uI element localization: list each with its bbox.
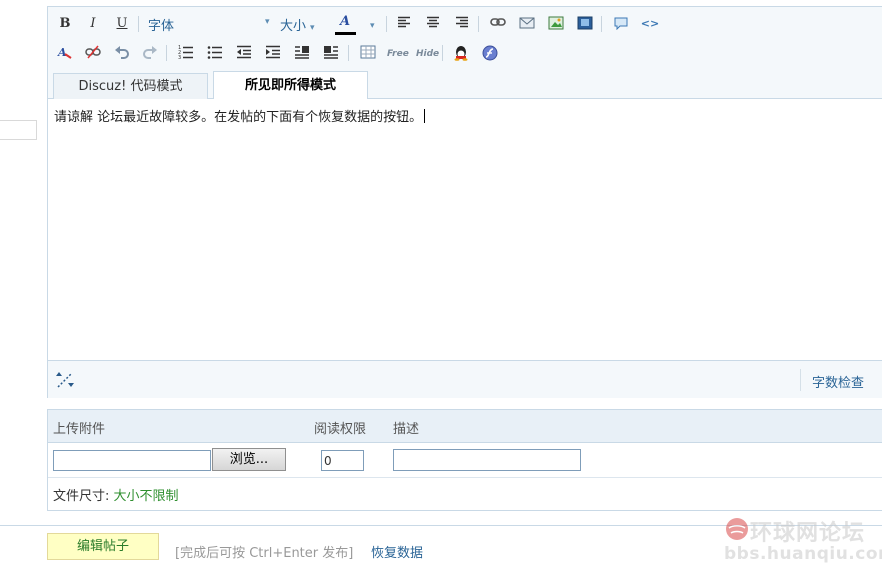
qq-icon[interactable]: [451, 43, 471, 63]
align-right-icon[interactable]: [452, 14, 472, 34]
media-icon[interactable]: [575, 14, 595, 34]
unlink-icon[interactable]: [83, 43, 103, 63]
toolbar-separator: [166, 45, 167, 61]
unordered-list-icon[interactable]: [205, 43, 225, 63]
upload-attachment-label: 上传附件: [53, 422, 106, 437]
editor-footer: 字数检查: [48, 360, 882, 398]
toolbar-separator: [601, 16, 602, 32]
editor: B I U 字体 ▾ 大小 ▾ A ▾ <> A 1 2 3 Free Hide…: [47, 6, 882, 398]
browse-button[interactable]: 浏览...: [212, 448, 286, 471]
toolbar-separator: [386, 16, 387, 32]
free-icon[interactable]: Free: [386, 43, 410, 63]
font-color-button[interactable]: A: [334, 12, 356, 35]
toolbar-separator: [442, 45, 443, 61]
outdent-icon[interactable]: [234, 43, 254, 63]
table-icon[interactable]: [358, 43, 378, 63]
tab-code-mode[interactable]: Discuz! 代码模式: [53, 73, 208, 99]
undo-icon[interactable]: [112, 43, 132, 63]
redo-icon[interactable]: [140, 43, 160, 63]
font-color-letter: A: [339, 14, 351, 29]
toolbar-separator: [478, 16, 479, 32]
font-size-select[interactable]: 大小 ▾: [280, 15, 315, 34]
text-caret: [424, 109, 426, 123]
ordered-list-icon[interactable]: 123: [176, 43, 196, 63]
file-path-input[interactable]: [53, 450, 211, 471]
file-size-value: 大小不限制: [113, 489, 179, 504]
font-color-swatch: [335, 32, 356, 35]
watermark-title: 环球网论坛: [750, 521, 866, 546]
footer-separator: [800, 369, 801, 391]
italic-button[interactable]: I: [83, 14, 103, 34]
chevron-down-icon: ▾: [265, 17, 270, 27]
editor-toolbar: B I U 字体 ▾ 大小 ▾ A ▾ <> A 1 2 3 Free Hide…: [48, 7, 882, 100]
watermark-url: bbs.huanqiu.com: [724, 544, 882, 564]
font-family-label: 字体: [148, 19, 175, 34]
align-left-icon[interactable]: [394, 14, 414, 34]
svg-text:Free: Free: [387, 49, 409, 59]
link-icon[interactable]: [488, 14, 508, 34]
font-size-label: 大小: [280, 19, 307, 34]
resize-icon[interactable]: [54, 369, 76, 391]
globe-logo-icon: [726, 518, 748, 540]
float-left-icon[interactable]: [292, 43, 312, 63]
align-center-icon[interactable]: [423, 14, 443, 34]
toolbar-separator: [348, 45, 349, 61]
svg-text:3: 3: [178, 55, 181, 59]
float-right-icon[interactable]: [321, 43, 341, 63]
chevron-down-icon[interactable]: ▾: [366, 17, 375, 32]
description-label: 描述: [393, 422, 420, 437]
tab-wysiwyg-mode[interactable]: 所见即所得模式: [213, 71, 368, 100]
editor-text: 请谅解 论坛最近故障较多。在发帖的下面有个恢复数据的按钮。: [54, 110, 423, 125]
read-permission-label: 阅读权限: [314, 422, 367, 437]
file-size-info: 文件尺寸: 大小不限制: [53, 485, 179, 504]
description-input[interactable]: [393, 449, 581, 471]
chevron-down-icon: ▾: [310, 23, 315, 33]
hide-icon[interactable]: Hide: [415, 43, 439, 63]
indent-icon[interactable]: [263, 43, 283, 63]
site-watermark: 环球网论坛 bbs.huanqiu.com: [722, 513, 882, 569]
edit-post-button[interactable]: 编辑帖子: [47, 533, 159, 560]
font-family-select[interactable]: 字体 ▾: [148, 15, 270, 34]
svg-text:A: A: [57, 46, 67, 59]
attachment-panel: 上传附件 阅读权限 描述 浏览... 0 文件尺寸: 大小不限制: [47, 409, 882, 511]
quote-icon[interactable]: [611, 14, 631, 34]
toolbar-separator: [138, 16, 139, 32]
restore-data-link[interactable]: 恢复数据: [371, 542, 423, 561]
attachment-divider: [48, 477, 882, 478]
read-permission-input[interactable]: 0: [321, 450, 364, 471]
flash-icon[interactable]: [480, 43, 500, 63]
code-icon[interactable]: <>: [640, 14, 660, 34]
clear-format-icon[interactable]: A: [55, 43, 75, 63]
left-panel-edge: [0, 120, 37, 140]
email-icon[interactable]: [517, 14, 537, 34]
editor-content[interactable]: 请谅解 论坛最近故障较多。在发帖的下面有个恢复数据的按钮。: [48, 99, 882, 361]
file-size-label: 文件尺寸:: [53, 489, 114, 504]
submit-hint: [完成后可按 Ctrl+Enter 发布]: [175, 546, 354, 561]
bold-button[interactable]: B: [55, 14, 75, 34]
underline-button[interactable]: U: [112, 14, 132, 34]
image-icon[interactable]: [546, 14, 566, 34]
svg-text:Hide: Hide: [416, 49, 439, 59]
word-count-link[interactable]: 字数检查: [812, 372, 864, 391]
attachment-header: 上传附件 阅读权限 描述: [48, 410, 882, 443]
